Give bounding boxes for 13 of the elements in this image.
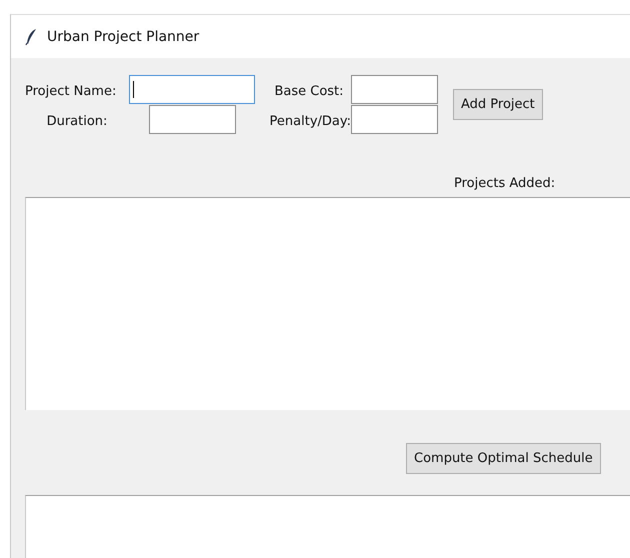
compute-button[interactable]: Compute Optimal Schedule	[406, 443, 601, 474]
text-field[interactable]	[351, 104, 438, 134]
field-label: Duration:	[46, 114, 108, 128]
text-field[interactable]	[148, 104, 236, 134]
text-field[interactable]	[351, 74, 438, 104]
text-field[interactable]	[129, 74, 255, 104]
window-title: Urban Project Planner	[47, 28, 200, 44]
feather-icon	[25, 28, 37, 46]
list-label: Projects Added:	[454, 176, 556, 191]
add-project-button[interactable]: Add Project	[453, 88, 543, 120]
field-label: Penalty/Day:	[270, 114, 351, 128]
field-label: Base Cost:	[274, 84, 344, 98]
field-label: Project Name:	[25, 84, 116, 98]
